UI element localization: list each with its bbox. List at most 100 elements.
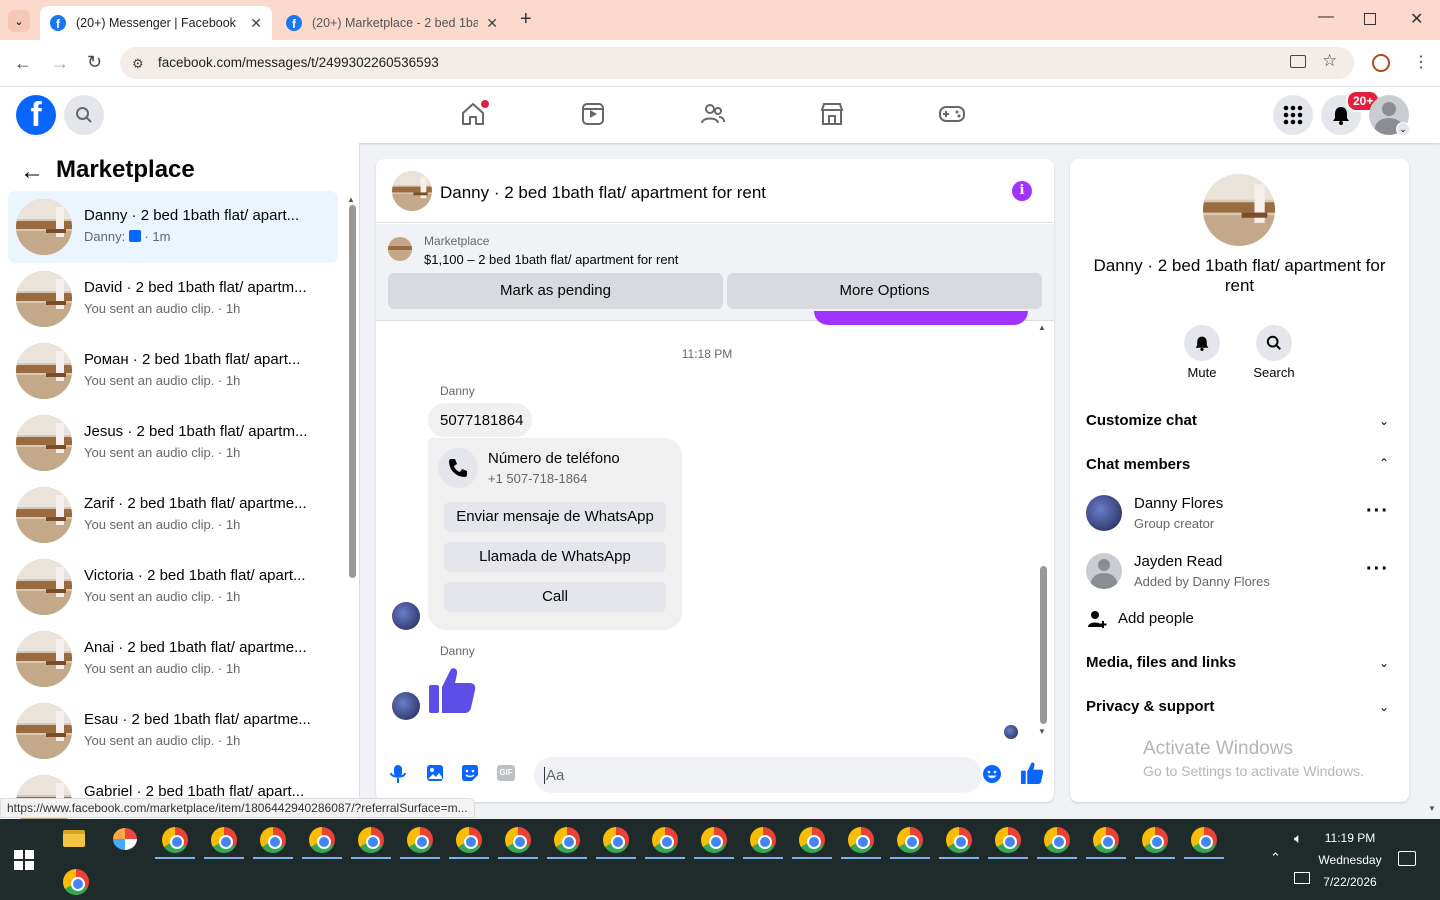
conversation-list-scrollbar[interactable]: ▲ xyxy=(345,193,359,803)
chat-members-row[interactable]: Chat members ⌃ xyxy=(1078,448,1400,482)
nav-friends[interactable] xyxy=(700,101,726,127)
conversation-item[interactable]: Danny · 2 bed 1bath flat/ apart... Danny:… xyxy=(8,191,338,263)
chrome-taskbar-icon[interactable] xyxy=(63,869,89,895)
nav-gaming[interactable] xyxy=(938,101,966,127)
close-tab-icon[interactable]: ✕ xyxy=(250,15,262,32)
paint-app-icon[interactable] xyxy=(113,828,137,850)
account-chevron-icon[interactable]: ⌄ xyxy=(1396,122,1410,136)
chrome-taskbar-icon[interactable] xyxy=(995,827,1021,853)
sender-avatar[interactable] xyxy=(392,602,420,630)
network-icon[interactable] xyxy=(1294,872,1310,884)
conversation-item[interactable]: Zarif · 2 bed 1bath flat/ apartme... You … xyxy=(8,479,338,551)
chrome-taskbar-icon[interactable] xyxy=(554,827,580,853)
mute-button[interactable] xyxy=(1184,325,1220,361)
back-arrow-icon[interactable]: ← xyxy=(14,53,32,74)
member-avatar[interactable] xyxy=(1086,495,1122,531)
menu-button[interactable] xyxy=(1273,95,1313,135)
member-options-icon[interactable]: ··· xyxy=(1366,558,1389,581)
chrome-taskbar-icon[interactable] xyxy=(848,827,874,853)
thumbs-up-message[interactable] xyxy=(427,665,477,715)
tray-overflow-icon[interactable]: ⌃ xyxy=(1270,850,1281,866)
close-tab-icon[interactable]: ✕ xyxy=(486,15,498,32)
mark-as-pending-button[interactable]: Mark as pending xyxy=(388,273,723,309)
chrome-taskbar-icon[interactable] xyxy=(701,827,727,853)
chrome-taskbar-icon[interactable] xyxy=(897,827,923,853)
start-button[interactable] xyxy=(14,850,34,870)
reload-icon[interactable]: ↻ xyxy=(87,52,102,73)
profile-icon[interactable] xyxy=(1372,54,1390,72)
search-conversation-button[interactable] xyxy=(1256,325,1292,361)
member-avatar[interactable] xyxy=(1086,553,1122,589)
gif-button[interactable]: GIF xyxy=(497,765,515,781)
chrome-taskbar-icon[interactable] xyxy=(1044,827,1070,853)
chrome-taskbar-icon[interactable] xyxy=(946,827,972,853)
customize-chat-row[interactable]: Customize chat ⌄ xyxy=(1078,404,1400,438)
member-name[interactable]: Danny Flores xyxy=(1134,495,1223,512)
chrome-taskbar-icon[interactable] xyxy=(750,827,776,853)
nav-video[interactable] xyxy=(580,101,606,127)
file-explorer-icon[interactable] xyxy=(63,830,85,847)
page-scroll-down-icon[interactable]: ▼ xyxy=(1428,804,1436,813)
tab-search-icon[interactable]: ⌄ xyxy=(8,10,30,32)
attach-photo-button[interactable] xyxy=(426,764,444,782)
conversation-item[interactable]: Victoria · 2 bed 1bath flat/ apart... You… xyxy=(8,551,338,623)
member-options-icon[interactable]: ··· xyxy=(1366,500,1389,523)
chrome-taskbar-icon[interactable] xyxy=(309,827,335,853)
chrome-taskbar-icon[interactable] xyxy=(162,827,188,853)
search-button[interactable] xyxy=(64,95,104,135)
chrome-taskbar-icon[interactable] xyxy=(603,827,629,853)
bookmark-star-icon[interactable]: ☆ xyxy=(1322,51,1337,71)
send-like-button[interactable] xyxy=(1020,761,1044,785)
emoji-button[interactable] xyxy=(982,764,1002,784)
close-window-icon[interactable]: ✕ xyxy=(1410,9,1423,29)
media-files-row[interactable]: Media, files and links ⌄ xyxy=(1078,646,1400,680)
back-arrow-icon[interactable]: ← xyxy=(20,158,44,186)
more-options-button[interactable]: More Options xyxy=(727,273,1042,309)
browser-menu-icon[interactable]: ⋮ xyxy=(1413,52,1429,72)
chrome-taskbar-icon[interactable] xyxy=(407,827,433,853)
conversation-item[interactable]: Роман · 2 bed 1bath flat/ apart... You se… xyxy=(8,335,338,407)
conversation-item[interactable]: Esau · 2 bed 1bath flat/ apartme... You s… xyxy=(8,695,338,767)
chrome-taskbar-icon[interactable] xyxy=(1191,827,1217,853)
taskbar-time[interactable]: 11:19 PM xyxy=(1310,831,1390,845)
listing-summary[interactable]: $1,100 – 2 bed 1bath flat/ apartment for… xyxy=(424,252,678,267)
conversation-item[interactable]: David · 2 bed 1bath flat/ apartm... You s… xyxy=(8,263,338,335)
chrome-taskbar-icon[interactable] xyxy=(505,827,531,853)
minimize-window-icon[interactable]: — xyxy=(1318,8,1334,26)
taskbar-date[interactable]: 7/22/2026 xyxy=(1310,875,1390,889)
sender-avatar[interactable] xyxy=(392,692,420,720)
phone-message-bubble[interactable]: 5077181864 xyxy=(428,403,532,437)
chat-avatar[interactable] xyxy=(392,171,432,211)
add-people-row[interactable]: Add people xyxy=(1078,604,1400,634)
taskbar-day[interactable]: Wednesday xyxy=(1310,853,1390,867)
chrome-taskbar-icon[interactable] xyxy=(1093,827,1119,853)
sticker-button[interactable] xyxy=(461,764,479,782)
call-button[interactable]: Call xyxy=(444,582,666,612)
forward-arrow-icon[interactable]: → xyxy=(51,53,69,74)
tab-marketplace[interactable]: f (20+) Marketplace - 2 bed 1bat ✕ xyxy=(276,6,508,40)
conversation-item[interactable]: Anai · 2 bed 1bath flat/ apartme... You s… xyxy=(8,623,338,695)
info-button[interactable]: i xyxy=(1012,181,1032,201)
volume-icon[interactable]: 🔈︎ xyxy=(1294,830,1302,847)
conversation-item[interactable]: Jesus · 2 bed 1bath flat/ apartm... You s… xyxy=(8,407,338,479)
chrome-taskbar-icon[interactable] xyxy=(456,827,482,853)
voice-clip-button[interactable] xyxy=(390,764,406,784)
action-center-icon[interactable] xyxy=(1398,851,1416,866)
nav-marketplace[interactable] xyxy=(819,101,845,127)
new-tab-button[interactable]: + xyxy=(520,8,532,31)
site-info-icon[interactable]: ⚙ xyxy=(132,56,144,72)
chrome-taskbar-icon[interactable] xyxy=(652,827,678,853)
maximize-window-icon[interactable] xyxy=(1364,13,1376,25)
privacy-support-row[interactable]: Privacy & support ⌄ xyxy=(1078,690,1400,724)
info-avatar[interactable] xyxy=(1203,174,1275,246)
facebook-logo[interactable]: f xyxy=(16,95,56,135)
message-input[interactable]: Aa xyxy=(534,757,982,793)
listing-thumbnail[interactable] xyxy=(388,237,412,261)
whatsapp-call-button[interactable]: Llamada de WhatsApp xyxy=(444,542,666,572)
chrome-taskbar-icon[interactable] xyxy=(1142,827,1168,853)
chrome-taskbar-icon[interactable] xyxy=(358,827,384,853)
chrome-taskbar-icon[interactable] xyxy=(799,827,825,853)
chat-scrollbar[interactable]: ▲ ▼ xyxy=(1036,323,1050,739)
member-name[interactable]: Jayden Read xyxy=(1134,553,1222,570)
tab-messenger[interactable]: f (20+) Messenger | Facebook ✕ xyxy=(40,6,272,40)
